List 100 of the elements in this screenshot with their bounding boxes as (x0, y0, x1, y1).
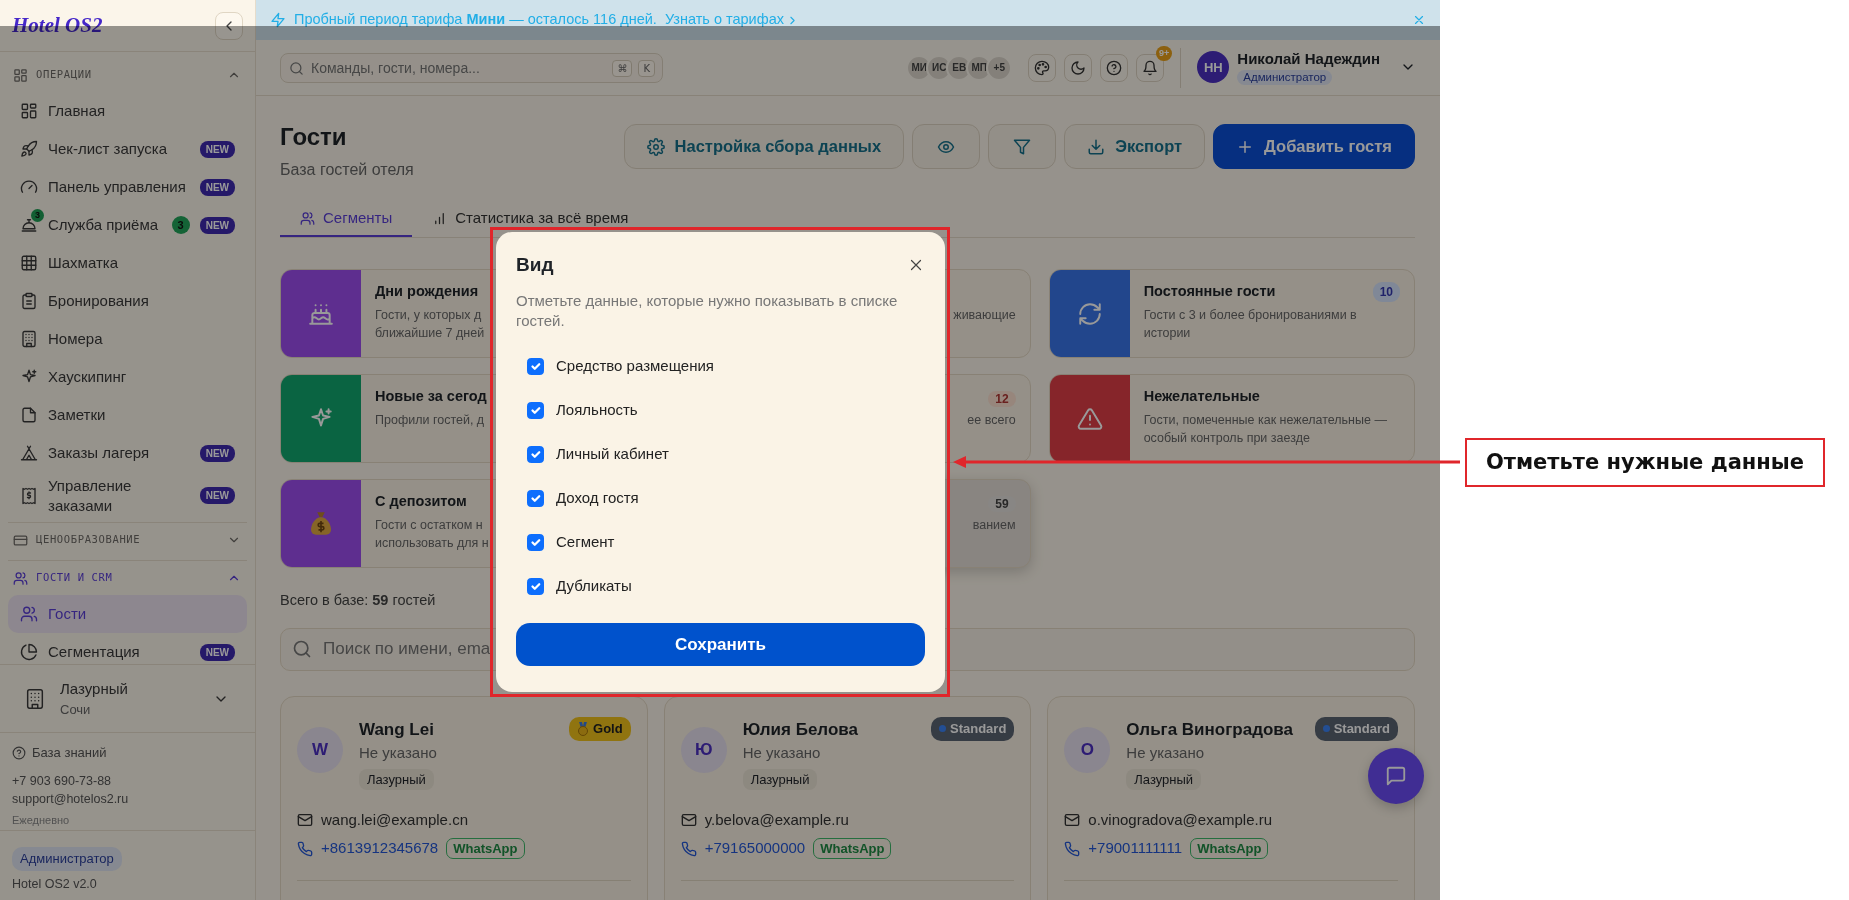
users-icon (300, 211, 315, 226)
sidebar-item[interactable]: Шахматка (8, 244, 247, 282)
more-users-count[interactable]: +5 (986, 54, 1013, 81)
count-badge: 3 (171, 216, 190, 234)
phone-link[interactable]: +8613912345678 (321, 837, 439, 860)
guest-property: Не указано (742, 743, 822, 764)
new-tag: NEW (199, 444, 235, 462)
add-guest-button[interactable]: Добавить гостя (1213, 124, 1415, 169)
guest-card[interactable]: W Wang Lei Gold Не указано Лазурный wang.lei@example.cn +8613912345678 WhatsApp (280, 695, 648, 900)
close-icon (1412, 13, 1426, 27)
property-selector[interactable]: Лазурный Сочи (0, 664, 255, 732)
chat-icon (1385, 765, 1407, 787)
guest-card[interactable]: Ю Юлия Белова Standard Не указано Лазурный y.belova@example.ru +79165000000 WhatsApp (663, 695, 1032, 900)
segment-title: Постоянные гости (1143, 282, 1276, 301)
guest-name: Wang Lei (359, 718, 434, 741)
guest-avatar: О (1064, 726, 1111, 773)
sidebar-item[interactable]: Заметки (8, 396, 247, 434)
medal-icon (577, 721, 590, 736)
document-icon (20, 406, 38, 424)
guest-name: Юлия Белова (742, 718, 858, 741)
role-badge: Администратор (12, 847, 122, 871)
export-button[interactable]: Экспорт (1064, 124, 1206, 169)
gear-icon (646, 137, 665, 156)
sidebar-item[interactable]: Гости (8, 595, 247, 633)
sidebar-item[interactable]: Управление заказами NEW (8, 472, 247, 519)
bell-icon (1142, 59, 1159, 76)
sidebar-item[interactable]: Главная (8, 92, 247, 130)
notification-badge: 9+ (1156, 45, 1173, 61)
segment-title: Нежелательные (1143, 387, 1260, 406)
mail-icon (680, 812, 697, 828)
logo[interactable]: Hotel OS2 (12, 9, 103, 42)
property-tag: Лазурный (1126, 768, 1202, 791)
sidebar-item[interactable]: Сегментация NEW (8, 633, 247, 664)
messenger-tag: WhatsApp (813, 837, 892, 860)
dark-mode-button[interactable] (1064, 53, 1093, 82)
save-button[interactable]: Сохранить (516, 623, 925, 666)
checkbox[interactable] (527, 577, 544, 595)
pie-chart-icon (20, 643, 38, 661)
section-header[interactable]: ОПЕРАЦИИ (8, 58, 247, 92)
sidebar-item[interactable]: 3 Служба приёма 3 NEW (8, 206, 247, 244)
segment-description: Гости с 3 и более бронированиями в истории (1143, 306, 1357, 342)
checkbox[interactable] (527, 401, 544, 419)
tier-badge: Gold (569, 716, 631, 741)
checkbox[interactable] (527, 533, 544, 551)
segment-title: С депозитом (375, 492, 467, 511)
tab[interactable]: Статистика за всё время (412, 202, 649, 237)
view-button[interactable] (912, 124, 981, 169)
knowledge-base-link[interactable]: База знаний (12, 743, 107, 763)
phone-icon (297, 840, 313, 857)
mail-icon (1064, 812, 1081, 828)
phone-icon (1064, 840, 1081, 857)
role-badge: Администратор (1237, 69, 1333, 86)
tier-badge: Standard (1314, 716, 1398, 741)
dot-icon (939, 725, 946, 733)
sidebar-item[interactable]: Хаускипинг (8, 358, 247, 396)
phone-link[interactable]: +79001111111 (1088, 837, 1183, 860)
support-phone: +7 903 690-73-88 (12, 772, 113, 790)
segment-description: Гости, помеченные как нежелательные — особый контроль при заезде (1143, 411, 1387, 447)
sidebar-item[interactable]: Чек-лист запуска NEW (8, 130, 247, 168)
notification-badge: 3 (31, 209, 44, 222)
theme-button[interactable] (1028, 53, 1057, 82)
property-tag: Лазурный (359, 768, 434, 791)
warning-icon (1076, 405, 1103, 432)
section-header[interactable]: ЦЕНООБРАЗОВАНИЕ (8, 522, 247, 557)
data-settings-button[interactable]: Настройка сбора данных (623, 124, 905, 169)
guest-property: Не указано (359, 743, 438, 764)
guest-avatar: Ю (680, 726, 727, 773)
sidebar-item[interactable]: Заказы лагеря NEW (8, 434, 247, 472)
help-icon (1106, 59, 1123, 76)
segment-card[interactable]: Постоянные гости 10 Гости с 3 и более бронированиями в истории (1048, 269, 1415, 358)
rocket-icon (20, 140, 38, 158)
collapse-button[interactable] (215, 11, 243, 40)
segment-description: Профили гостей, д (375, 411, 485, 429)
help-button[interactable] (1100, 53, 1129, 82)
count-badge: 10 (1372, 281, 1400, 302)
users-icon (20, 605, 38, 623)
new-tag: NEW (199, 487, 235, 504)
checkbox[interactable] (527, 357, 544, 375)
phone-link[interactable]: +79165000000 (704, 837, 806, 860)
sidebar-item[interactable]: Бронирования (8, 282, 247, 320)
checkbox[interactable] (527, 489, 544, 507)
new-tag: NEW (199, 643, 235, 661)
segment-description: живающие (953, 307, 1016, 324)
moon-icon (1070, 59, 1087, 76)
tab[interactable]: Сегменты (280, 202, 413, 237)
guest-email: o.vinogradova@example.ru (1088, 809, 1272, 830)
gauge-icon (20, 178, 38, 196)
sidebar-item[interactable]: Панель управления NEW (8, 168, 247, 206)
segment-card[interactable]: Нежелательные Гости, помеченные как нежелательные — особый контроль при заезде (1048, 374, 1415, 463)
sidebar-item[interactable]: Номера (8, 320, 247, 358)
refresh-icon (1076, 300, 1103, 327)
new-tag: NEW (199, 140, 235, 158)
card-icon (13, 532, 28, 548)
user-name: Николай Надеждин (1237, 49, 1380, 67)
page-subtitle: База гостей отеля (280, 160, 414, 180)
guest-card[interactable]: О Ольга Виноградова Standard Не указано Лазурный o.vinogradova@example.ru +79001111111 WhatsApp (1047, 695, 1415, 900)
checkbox[interactable] (527, 445, 544, 463)
total-count: Всего в базе: 59 гостей (280, 591, 437, 610)
count-badge: 12 (988, 391, 1016, 407)
guest-name: Ольга Виноградова (1126, 718, 1293, 741)
